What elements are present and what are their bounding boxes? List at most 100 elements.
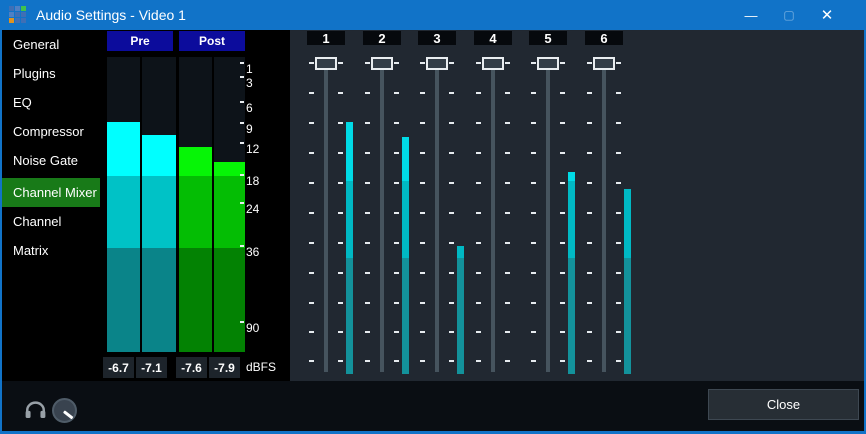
fader-tick: [476, 242, 481, 244]
fader-tick: [449, 331, 454, 333]
fader-tick: [449, 92, 454, 94]
close-window-button[interactable]: ✕: [808, 0, 846, 30]
fader-tick: [505, 182, 510, 184]
fader-track[interactable]: [602, 57, 606, 372]
fader-tick: [365, 302, 370, 304]
fader-tick: [309, 242, 314, 244]
fader-tick: [420, 62, 425, 64]
channel-level-bar: [457, 57, 464, 374]
fader-tick: [309, 302, 314, 304]
fader-track[interactable]: [324, 57, 328, 372]
channel-level-bar: [346, 57, 353, 374]
fader-tick: [587, 92, 592, 94]
sidebar-item-compressor[interactable]: Compressor: [2, 117, 100, 146]
sidebar-item-plugins[interactable]: Plugins: [2, 59, 100, 88]
sidebar-item-channel-mixer[interactable]: Channel Mixer: [2, 178, 100, 207]
level-zone: [346, 181, 353, 258]
close-button[interactable]: Close: [708, 389, 859, 420]
fader-panel: [290, 30, 864, 381]
scale-label: 6: [246, 100, 253, 116]
titlebar[interactable]: Audio Settings - Video 1 — ▢ ✕: [0, 0, 866, 30]
fader-tick: [587, 122, 592, 124]
fader-tick: [338, 182, 343, 184]
fader-tick: [587, 331, 592, 333]
fader-tick: [394, 92, 399, 94]
fader-tick: [560, 360, 565, 362]
fader-tick: [394, 152, 399, 154]
fader-tick: [560, 182, 565, 184]
channel-level-bar: [402, 57, 409, 374]
fader-handle[interactable]: [426, 57, 448, 70]
fader-tick: [616, 302, 621, 304]
level-zone: [457, 258, 464, 374]
fader-tick: [505, 152, 510, 154]
scale-label: 90: [246, 320, 259, 336]
fader-tick: [338, 242, 343, 244]
fader-tick: [338, 360, 343, 362]
logo-square: [15, 18, 20, 23]
sidebar-item-general[interactable]: General: [2, 30, 100, 59]
fader-tick: [420, 360, 425, 362]
fader-tick: [531, 360, 536, 362]
fader-tick: [505, 122, 510, 124]
fader-tick: [309, 212, 314, 214]
fader-track[interactable]: [546, 57, 550, 372]
scale-label: 36: [246, 244, 259, 260]
meter-empty-overlay: [142, 57, 176, 135]
fader-handle[interactable]: [371, 57, 393, 70]
scale-label: 3: [246, 75, 253, 91]
fader-tick: [309, 122, 314, 124]
headphones-icon[interactable]: [24, 400, 47, 419]
minimize-button[interactable]: —: [732, 0, 770, 30]
meter-empty-overlay: [179, 57, 212, 147]
sidebar-item-noise-gate[interactable]: Noise Gate: [2, 146, 100, 175]
fader-tick: [616, 92, 621, 94]
fader-tick: [587, 212, 592, 214]
fader-track[interactable]: [435, 57, 439, 372]
fader-tick: [505, 272, 510, 274]
level-zone: [568, 181, 575, 258]
fader-tick: [338, 92, 343, 94]
fader-tick: [449, 242, 454, 244]
fader-tick: [338, 152, 343, 154]
fader-track[interactable]: [491, 57, 495, 372]
fader-handle[interactable]: [593, 57, 615, 70]
sidebar-item-eq[interactable]: EQ: [2, 88, 100, 117]
fader-handle[interactable]: [315, 57, 337, 70]
fader-tick: [309, 272, 314, 274]
fader-tick: [560, 212, 565, 214]
meter-zone: [179, 248, 212, 352]
fader-tick: [587, 182, 592, 184]
meter-empty-overlay: [214, 57, 245, 162]
fader-tick: [476, 182, 481, 184]
fader-tick: [449, 212, 454, 214]
headphone-volume-knob[interactable]: [52, 398, 77, 423]
fader-tick: [587, 360, 592, 362]
fader-tick: [505, 360, 510, 362]
level-zone: [568, 258, 575, 374]
level-empty-overlay: [402, 57, 409, 137]
sidebar-item-channel-matrix[interactable]: Channel Matrix: [2, 207, 100, 236]
fader-tick: [476, 122, 481, 124]
fader-tick: [531, 62, 536, 64]
fader-tick: [394, 302, 399, 304]
channel-number-1: 1: [307, 31, 345, 45]
fader-tick: [449, 182, 454, 184]
fader-tick: [560, 272, 565, 274]
fader-tick: [420, 182, 425, 184]
scale-tick: [240, 101, 244, 103]
logo-square: [15, 6, 20, 11]
scale-label: 9: [246, 121, 253, 137]
fader-tick: [476, 212, 481, 214]
fader-handle[interactable]: [482, 57, 504, 70]
fader-tick: [560, 152, 565, 154]
fader-handle[interactable]: [537, 57, 559, 70]
fader-track[interactable]: [380, 57, 384, 372]
fader-tick: [587, 242, 592, 244]
fader-tick: [420, 152, 425, 154]
fader-tick: [394, 331, 399, 333]
level-empty-overlay: [624, 57, 631, 189]
fader-tick: [365, 92, 370, 94]
fader-tick: [616, 360, 621, 362]
fader-tick: [309, 331, 314, 333]
